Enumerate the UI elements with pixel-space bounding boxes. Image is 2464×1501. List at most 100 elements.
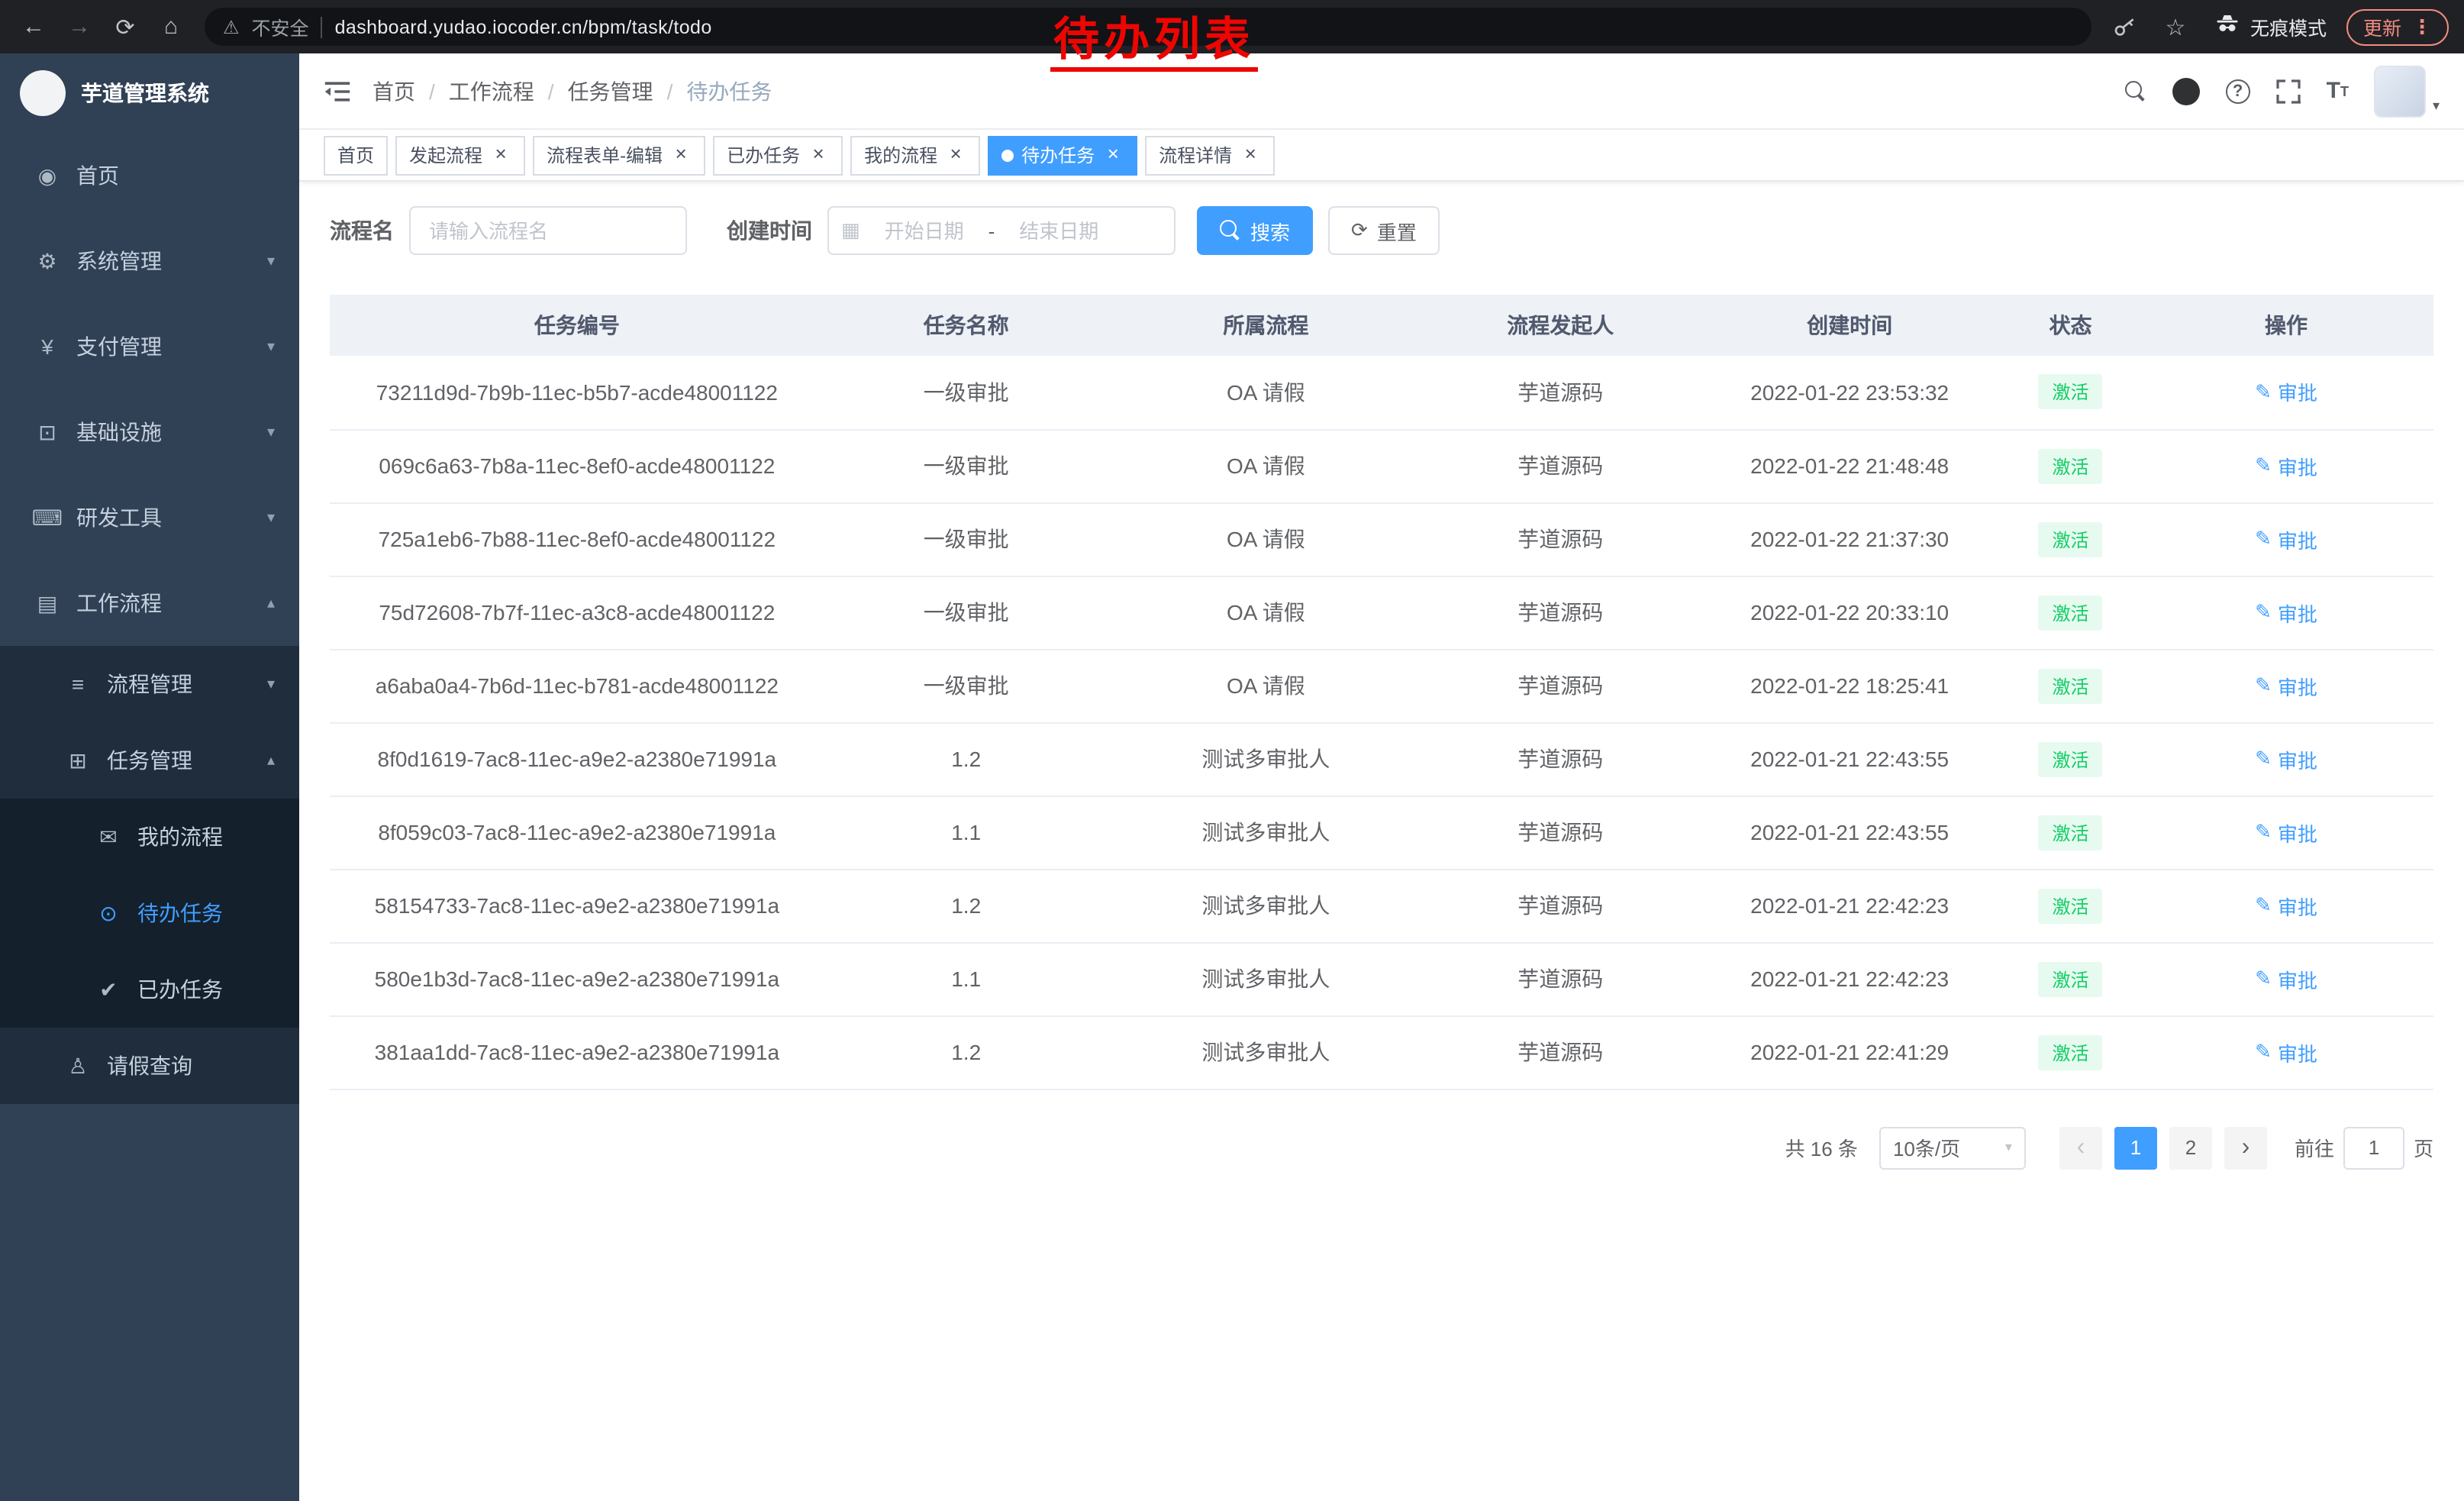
end-date-input[interactable] <box>1001 219 1117 242</box>
edit-icon: ✎ <box>2255 673 2272 698</box>
key-icon[interactable] <box>2113 15 2137 39</box>
cell-process: 测试多审批人 <box>1108 1015 1424 1089</box>
page-size-value: 10条/页 <box>1893 1133 1960 1162</box>
update-label: 更新 <box>2363 12 2401 41</box>
cell-process: OA 请假 <box>1108 429 1424 502</box>
more-options-icon[interactable]: ⋮ <box>2412 15 2432 39</box>
sidebar-item-home[interactable]: ◉ 首页 <box>0 133 299 218</box>
breadcrumb-item[interactable]: 首页 <box>373 76 415 106</box>
workflow-icon: ▤ <box>31 590 64 616</box>
sidebar-item-task-mgmt[interactable]: ⊞ 任务管理 ▴ <box>0 722 299 799</box>
approve-link[interactable]: ✎ 审批 <box>2255 671 2317 700</box>
search-button[interactable]: 搜索 <box>1197 206 1313 255</box>
close-icon[interactable]: × <box>490 144 511 166</box>
process-name-input[interactable] <box>409 206 687 255</box>
approve-link[interactable]: ✎ 审批 <box>2255 744 2317 773</box>
back-icon[interactable]: ← <box>15 8 52 45</box>
approve-link[interactable]: ✎ 审批 <box>2255 451 2317 480</box>
start-date-input[interactable] <box>866 219 982 242</box>
app-logo[interactable]: 芋道管理系统 <box>0 53 299 133</box>
cell-task-id: 580e1b3d-7ac8-11ec-a9e2-a2380e71991a <box>330 942 824 1015</box>
table-row: 381aa1dd-7ac8-11ec-a9e2-a2380e71991a 1.2… <box>330 1015 2433 1089</box>
close-icon[interactable]: × <box>945 144 966 166</box>
reset-button-label: 重置 <box>1377 216 1417 245</box>
approve-link[interactable]: ✎ 审批 <box>2255 964 2317 993</box>
next-page-button[interactable]: › <box>2224 1126 2267 1169</box>
fullscreen-icon[interactable] <box>2276 79 2301 103</box>
tab[interactable]: 流程详情 × <box>1145 135 1275 175</box>
close-icon[interactable]: × <box>670 144 692 166</box>
approve-link[interactable]: ✎ 审批 <box>2255 378 2317 407</box>
home-icon[interactable]: ⌂ <box>153 8 189 45</box>
sidebar-item-infra[interactable]: ⊡ 基础设施 ▾ <box>0 389 299 475</box>
search-icon[interactable] <box>2125 80 2146 102</box>
sidebar-item-label: 系统管理 <box>76 246 275 276</box>
refresh-icon: ⟳ <box>1351 218 1368 243</box>
page-size-select[interactable]: 10条/页 ▾ <box>1879 1126 2026 1169</box>
url-text[interactable]: dashboard.yudao.iocoder.cn/bpm/task/todo <box>335 16 712 37</box>
total-count: 共 16 条 <box>1785 1133 1858 1162</box>
date-range-picker[interactable]: ▦ - <box>827 206 1176 255</box>
approve-label: 审批 <box>2278 378 2317 407</box>
tab[interactable]: 我的流程 × <box>850 135 980 175</box>
table-row: 75d72608-7b7f-11ec-a3c8-acde48001122 一级审… <box>330 576 2433 649</box>
approve-link[interactable]: ✎ 审批 <box>2255 891 2317 920</box>
check-icon: ✔ <box>92 976 125 1002</box>
approve-link[interactable]: ✎ 审批 <box>2255 598 2317 627</box>
goto-page-input[interactable] <box>2343 1126 2404 1169</box>
sidebar-item-system[interactable]: ⚙ 系统管理 ▾ <box>0 218 299 304</box>
sidebar-item-leave-query[interactable]: ♙ 请假查询 <box>0 1028 299 1104</box>
tab[interactable]: 首页 <box>324 135 388 175</box>
column-header: 创建时间 <box>1697 295 2002 356</box>
edit-icon: ✎ <box>2255 454 2272 478</box>
cell-initiator: 芋道源码 <box>1424 649 1697 722</box>
breadcrumb-item[interactable]: 工作流程 <box>449 76 534 106</box>
tab[interactable]: 发起流程 × <box>395 135 525 175</box>
sidebar-item-todo-task[interactable]: ⊙ 待办任务 <box>0 875 299 951</box>
font-size-icon[interactable]: TT <box>2327 78 2349 104</box>
tab[interactable]: 待办任务 × <box>988 135 1137 175</box>
star-icon[interactable]: ☆ <box>2157 8 2194 45</box>
sidebar-item-payment[interactable]: ¥ 支付管理 ▾ <box>0 304 299 389</box>
close-icon[interactable]: × <box>1240 144 1261 166</box>
edit-icon: ✎ <box>2255 1040 2272 1064</box>
table-row: 069c6a63-7b8a-11ec-8ef0-acde48001122 一级审… <box>330 429 2433 502</box>
cell-created: 2022-01-22 21:37:30 <box>1697 502 2002 576</box>
status-badge: 激活 <box>2038 595 2102 630</box>
reset-button[interactable]: ⟳ 重置 <box>1328 206 1440 255</box>
cell-task-name: 一级审批 <box>824 356 1108 429</box>
page-button-1[interactable]: 1 <box>2114 1126 2157 1169</box>
tab[interactable]: 已办任务 × <box>713 135 843 175</box>
update-button[interactable]: 更新 ⋮ <box>2346 8 2449 45</box>
user-menu[interactable]: ▾ <box>2375 65 2440 117</box>
sidebar-item-my-process[interactable]: ✉ 我的流程 <box>0 799 299 875</box>
sidebar-item-workflow[interactable]: ▤ 工作流程 ▴ <box>0 560 299 646</box>
edit-icon: ✎ <box>2255 893 2272 918</box>
prev-page-button[interactable]: ‹ <box>2059 1126 2102 1169</box>
approve-link[interactable]: ✎ 审批 <box>2255 818 2317 847</box>
page-button-2[interactable]: 2 <box>2169 1126 2212 1169</box>
incognito-badge: 无痕模式 <box>2214 11 2327 43</box>
forward-icon[interactable]: → <box>61 8 98 45</box>
edit-icon: ✎ <box>2255 967 2272 991</box>
approve-label: 审批 <box>2278 671 2317 700</box>
cell-task-id: 58154733-7ac8-11ec-a9e2-a2380e71991a <box>330 869 824 942</box>
breadcrumb-item[interactable]: 任务管理 <box>568 76 653 106</box>
github-icon[interactable] <box>2172 77 2200 105</box>
avatar[interactable] <box>2375 65 2427 117</box>
reload-icon[interactable]: ⟳ <box>107 8 144 45</box>
help-icon[interactable]: ? <box>2226 79 2250 103</box>
collapse-sidebar-icon[interactable] <box>324 79 351 103</box>
sidebar-item-process-mgmt[interactable]: ≡ 流程管理 ▾ <box>0 646 299 722</box>
tab[interactable]: 流程表单-编辑 × <box>533 135 705 175</box>
cell-task-name: 1.1 <box>824 942 1108 1015</box>
list-icon: ≡ <box>61 672 95 696</box>
approve-link[interactable]: ✎ 审批 <box>2255 1038 2317 1067</box>
close-icon[interactable]: × <box>1102 144 1124 166</box>
approve-link[interactable]: ✎ 审批 <box>2255 525 2317 554</box>
close-icon[interactable]: × <box>808 144 829 166</box>
sidebar-item-done-task[interactable]: ✔ 已办任务 <box>0 951 299 1028</box>
approve-label: 审批 <box>2278 451 2317 480</box>
cell-task-name: 1.2 <box>824 722 1108 796</box>
sidebar-item-devtools[interactable]: ⌨ 研发工具 ▾ <box>0 475 299 560</box>
